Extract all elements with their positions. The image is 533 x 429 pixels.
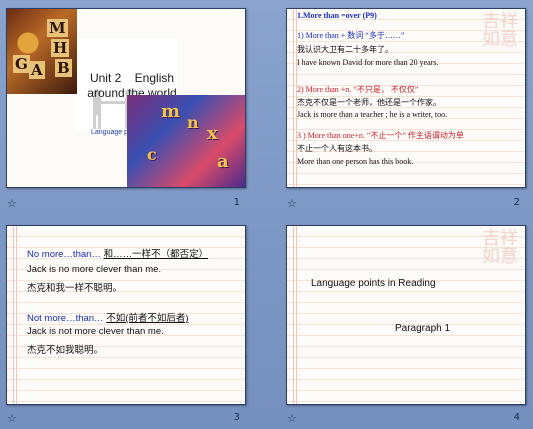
star-icon[interactable]: ☆ [287, 412, 297, 425]
decorative-seal-icon: 吉祥如意 [482, 228, 518, 267]
image-letter: x [207, 123, 218, 144]
slide-footer-1: ☆ 1 [6, 197, 244, 213]
slide-thumbnail-1[interactable]: G A M H B Unit 2 English around the worl… [6, 8, 246, 188]
slide-number: 4 [513, 412, 520, 423]
colorful-letters-image: m n x c a [127, 95, 245, 187]
tile-letter: M [47, 19, 68, 37]
margin-line [16, 226, 17, 404]
point-1-heading: 1) More than + 数词 “多于……” [297, 31, 405, 40]
image-letter: a [217, 151, 229, 172]
line-4: Not more…than… 不如(前者不如后者) [27, 310, 189, 324]
point-3-heading: 3 ) More than one+n. “不止一个” 作主语谓动为单 [297, 131, 464, 140]
phrase-english: No more…than… [27, 249, 101, 260]
point-1-english: I have known David for more than 20 year… [297, 58, 439, 67]
letter-tiles-image: G A M H B [7, 9, 77, 94]
image-letter: n [187, 113, 199, 132]
title-unit: Unit 2 [89, 71, 122, 85]
margin-line [13, 226, 14, 404]
title-english: English [134, 71, 175, 85]
phrase-english: Not more…than… [27, 313, 104, 324]
slide-footer-2: ☆ 2 [286, 197, 524, 213]
star-icon[interactable]: ☆ [7, 197, 17, 210]
point-2-chinese: 杰克不仅是一个老师，他还是一个作家。 [297, 98, 441, 107]
example-chinese: 杰克和我一样不聪明。 [27, 283, 123, 294]
margin-line [293, 226, 294, 404]
tile-letter: A [29, 61, 45, 79]
point-2-english: Jack is more than a teacher ; he is a wr… [297, 110, 448, 119]
point-3-chinese: 不止一个人有这本书。 [297, 144, 377, 153]
line-1: No more…than… 和……一样不（都否定） [27, 246, 208, 260]
example-chinese: 杰克不如我聪明。 [27, 345, 104, 356]
slide-thumbnail-4[interactable]: 吉祥如意 Language points in Reading Paragrap… [286, 225, 526, 405]
slide-thumbnail-2[interactable]: 吉祥如意 1.More than =over (P9) 1) More than… [286, 8, 526, 188]
example-english: Jack is no more clever than me. [27, 264, 162, 275]
margin-line [293, 9, 294, 187]
tile-letter: H [51, 39, 70, 57]
tile-letter: G [13, 55, 30, 73]
example-english: Jack is not more clever than me. [27, 326, 164, 337]
point-1-chinese: 我认识大卫有二十多年了。 [297, 45, 393, 54]
point-3-english: More than one person has this book. [297, 157, 414, 166]
point-2-heading: 2) More than +n. “不只是， 不仅仅” [297, 85, 419, 94]
slide-number: 2 [513, 197, 520, 208]
image-letter: c [147, 145, 157, 164]
slide-footer-4: ☆ 4 [286, 412, 524, 428]
star-icon[interactable]: ☆ [7, 412, 17, 425]
star-icon[interactable]: ☆ [287, 197, 297, 210]
phrase-chinese: 和……一样不（都否定） [103, 249, 209, 260]
tile-letter: B [55, 59, 72, 77]
phrase-chinese: 不如(前者不如后者) [106, 313, 189, 324]
slide-thumbnail-3[interactable]: No more…than… 和……一样不（都否定） Jack is no mor… [6, 225, 246, 405]
slide-footer-3: ☆ 3 [6, 412, 244, 428]
slide-title: Language points in Reading [311, 278, 436, 289]
slide-number: 1 [233, 197, 240, 208]
slide-number: 3 [233, 412, 240, 423]
decorative-seal-icon: 吉祥如意 [482, 11, 518, 50]
heading-text: 1.More than =over (P9) [297, 11, 377, 20]
slide-subtitle: Paragraph 1 [395, 323, 451, 334]
margin-line [296, 226, 297, 404]
image-letter: m [161, 101, 181, 122]
